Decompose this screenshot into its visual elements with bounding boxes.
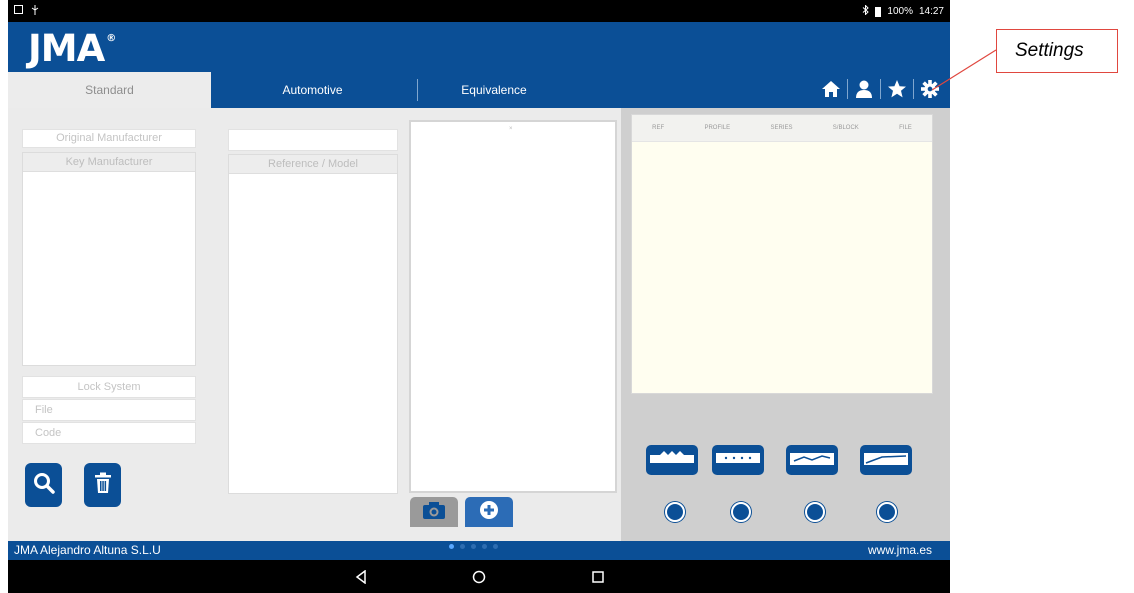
callout-label: Settings	[1015, 40, 1084, 61]
settings-callout: Settings	[996, 29, 1118, 73]
callout-leader-line	[931, 49, 997, 91]
